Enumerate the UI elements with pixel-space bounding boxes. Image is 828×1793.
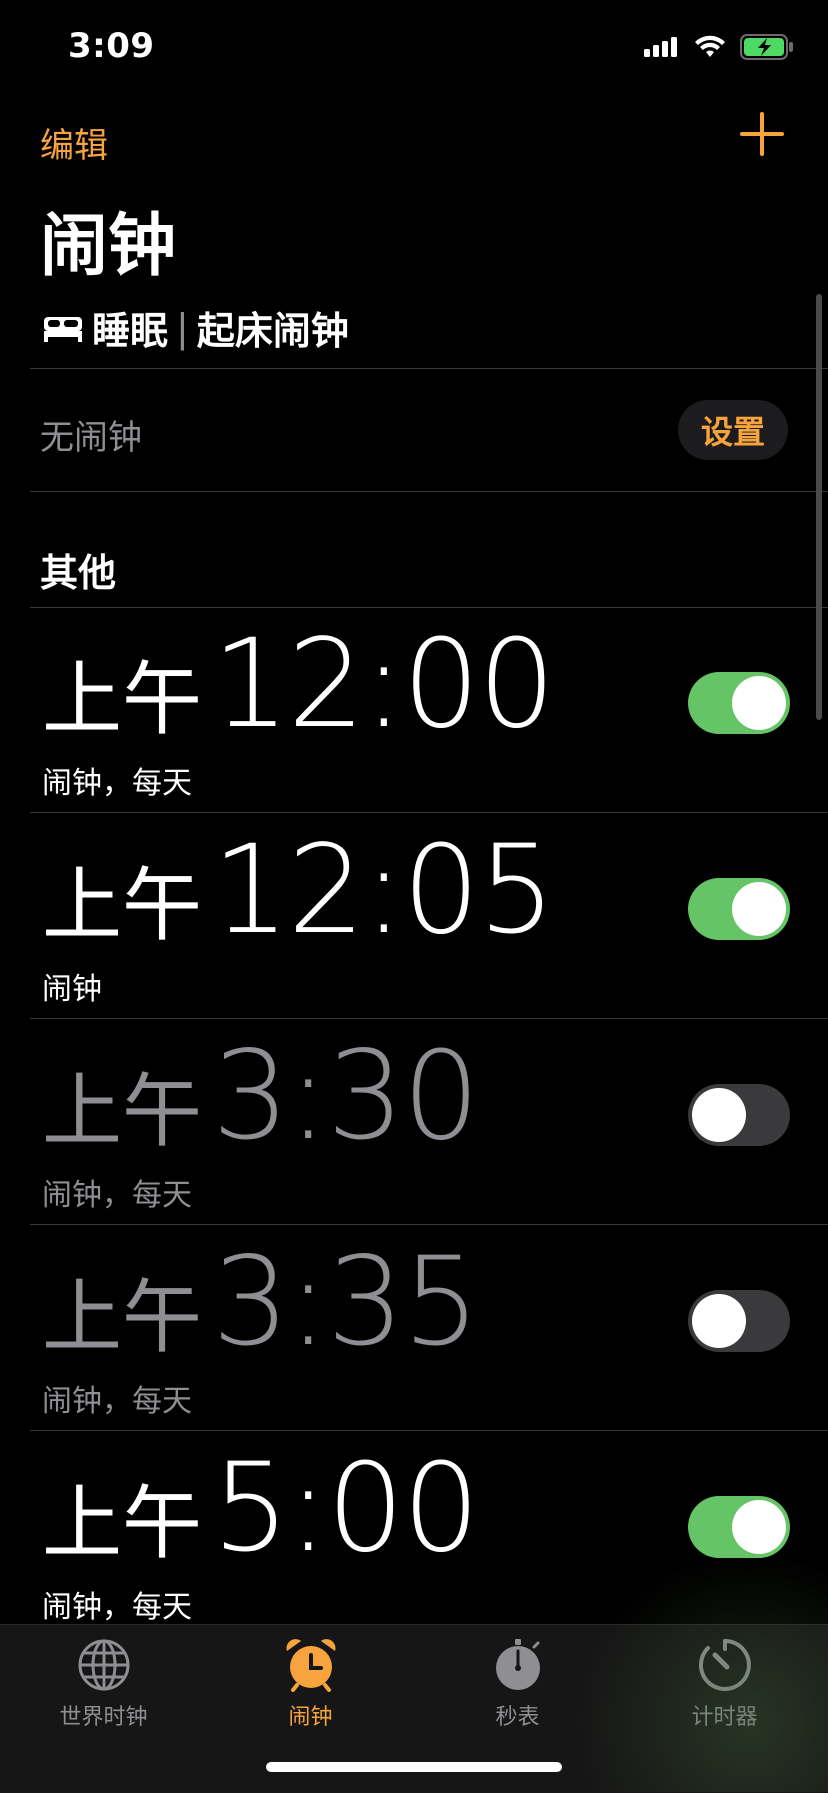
tab-label: 闹钟	[288, 1705, 333, 1730]
sleep-separator: |	[176, 305, 189, 350]
stopwatch-icon	[495, 1639, 540, 1690]
toggle-knob	[732, 882, 786, 936]
wifi-icon	[695, 35, 725, 57]
battery-charging-icon	[740, 34, 793, 60]
divider	[30, 1430, 828, 1431]
alarm-toggle[interactable]	[688, 878, 790, 940]
alarm-clock-icon	[286, 1639, 335, 1692]
status-icons	[644, 34, 794, 60]
alarm-label: 闹钟	[42, 972, 102, 1007]
alarm-ampm: 上午	[42, 1477, 202, 1570]
wake-up-alarm-title: 起床闹钟	[196, 309, 349, 353]
alarm-row[interactable]: 上午 12:00 闹钟，每天	[30, 608, 828, 814]
alarm-time: 12:00	[212, 613, 556, 755]
toggle-knob	[692, 1294, 746, 1348]
cellular-signal-icon	[644, 37, 677, 57]
status-time: 3:09	[68, 26, 155, 66]
alarm-label: 闹钟，每天	[42, 1384, 192, 1419]
scrollbar[interactable]	[816, 294, 822, 720]
alarm-ampm: 上午	[42, 859, 202, 952]
alarm-row[interactable]: 上午 3:35 闹钟，每天	[30, 1226, 828, 1432]
alarm-time: 12:05	[212, 819, 556, 961]
divider	[30, 491, 828, 492]
sleep-title: 睡眠	[92, 309, 169, 353]
alarm-toggle[interactable]	[688, 1496, 790, 1558]
toggle-knob	[692, 1088, 746, 1142]
tab-label: 秒表	[495, 1705, 540, 1730]
sleep-setup-button[interactable]: 设置	[678, 400, 788, 460]
tab-stopwatch[interactable]: 秒表	[414, 1637, 621, 1731]
tab-alarm[interactable]: 闹钟	[207, 1637, 414, 1731]
divider	[30, 812, 828, 813]
alarm-ampm: 上午	[42, 1065, 202, 1158]
divider	[30, 368, 828, 369]
alarm-label: 闹钟，每天	[42, 766, 192, 801]
alarm-label: 闹钟，每天	[42, 1590, 192, 1625]
plus-icon	[740, 112, 784, 156]
bed-icon	[44, 316, 82, 342]
alarm-time: 5:00	[212, 1437, 480, 1579]
alarm-time: 3:35	[212, 1231, 480, 1373]
tab-label: 计时器	[691, 1705, 758, 1730]
tab-label: 世界时钟	[59, 1705, 148, 1730]
toggle-knob	[732, 676, 786, 730]
no-alarm-text: 无闹钟	[40, 418, 142, 458]
alarm-row[interactable]: 上午 5:00 闹钟，每天	[30, 1432, 828, 1638]
home-indicator[interactable]	[266, 1762, 562, 1772]
alarm-row[interactable]: 上午 12:05 闹钟	[30, 814, 828, 1020]
tab-timer[interactable]: 计时器	[621, 1637, 828, 1731]
section-title-other: 其他	[40, 551, 117, 595]
alarm-ampm: 上午	[42, 653, 202, 746]
alarm-toggle[interactable]	[688, 672, 790, 734]
edit-button[interactable]: 编辑	[40, 118, 108, 167]
sleep-header: 睡眠 | 起床闹钟	[42, 300, 349, 355]
alarm-toggle[interactable]	[688, 1290, 790, 1352]
globe-icon	[78, 1639, 129, 1691]
alarm-time: 3:30	[212, 1025, 480, 1167]
add-alarm-button[interactable]	[736, 108, 788, 160]
timer-icon	[698, 1639, 751, 1691]
divider	[30, 1224, 828, 1225]
alarm-label: 闹钟，每天	[42, 1178, 192, 1213]
tab-world-clock[interactable]: 世界时钟	[0, 1637, 207, 1731]
alarm-ampm: 上午	[42, 1271, 202, 1364]
alarm-row[interactable]: 上午 3:30 闹钟，每天	[30, 1020, 828, 1226]
page-title: 闹钟	[40, 207, 177, 286]
divider	[30, 1018, 828, 1019]
alarm-toggle[interactable]	[688, 1084, 790, 1146]
toggle-knob	[732, 1500, 786, 1554]
